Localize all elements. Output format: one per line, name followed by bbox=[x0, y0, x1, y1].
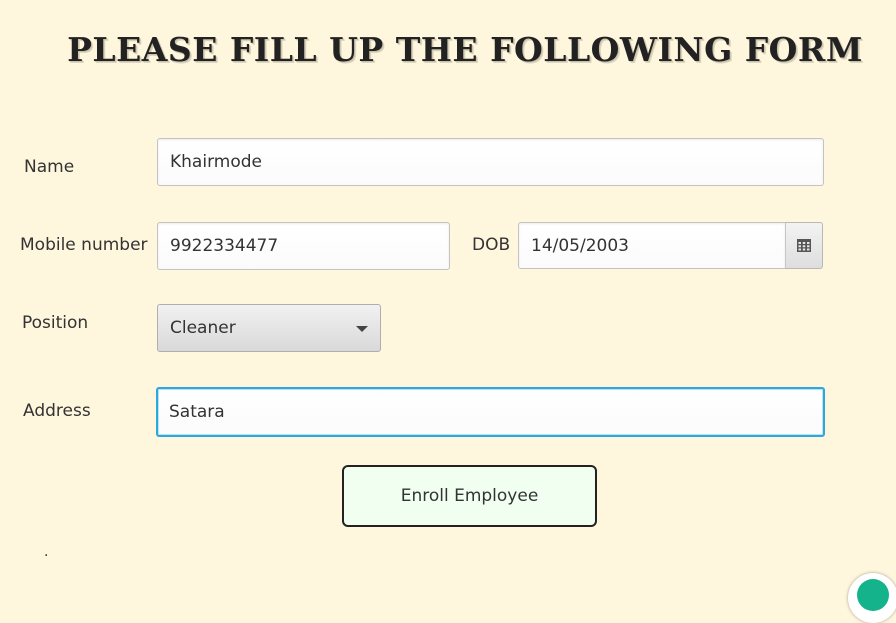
enroll-employee-button[interactable]: Enroll Employee bbox=[342, 465, 597, 527]
name-label: Name bbox=[24, 157, 75, 177]
date-picker-button[interactable] bbox=[785, 222, 823, 269]
dob-input[interactable] bbox=[518, 222, 786, 269]
footer-dot: . bbox=[44, 544, 49, 560]
position-label: Position bbox=[22, 313, 89, 333]
mobile-input[interactable] bbox=[157, 222, 450, 270]
address-input[interactable] bbox=[156, 387, 825, 437]
page-title: PLEASE FILL UP THE FOLLOWING FORM bbox=[67, 30, 863, 69]
dob-label: DOB bbox=[472, 235, 511, 255]
name-input[interactable] bbox=[157, 138, 824, 186]
calendar-icon bbox=[797, 239, 811, 252]
address-label: Address bbox=[23, 401, 91, 421]
assistant-bubble-icon[interactable] bbox=[848, 573, 896, 623]
position-selected-value: Cleaner bbox=[170, 318, 236, 338]
assistant-icon-inner bbox=[857, 579, 889, 611]
mobile-label: Mobile number bbox=[20, 235, 148, 255]
chevron-down-icon bbox=[356, 326, 368, 332]
position-select[interactable]: Cleaner bbox=[157, 304, 381, 352]
